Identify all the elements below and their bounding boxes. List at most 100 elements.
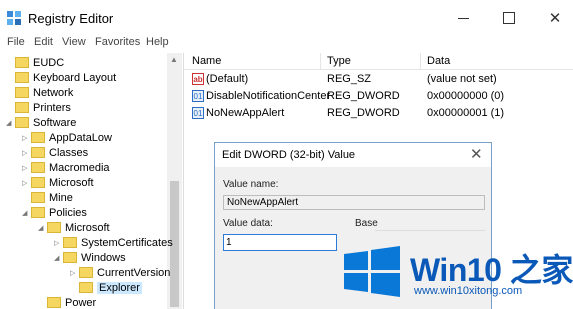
base-group-label: Base [355,218,378,229]
tree-item-label: Network [33,86,74,99]
tree-item-label: Macromedia [49,161,110,174]
folder-icon [47,297,61,308]
tree-item[interactable]: ◢ Microsoft [38,220,110,235]
value-data: (value not set) [427,73,497,85]
expand-arrow-icon[interactable]: ◢ [54,254,63,262]
menu-bar: File Edit View Favorites Help [0,36,573,52]
tree-item-label: Microsoft [49,176,94,189]
folder-icon [63,237,77,248]
maximize-button[interactable] [486,0,532,36]
value-row[interactable]: 01 DisableNotificationCenter REG_DWORD 0x00… [184,89,573,105]
registry-editor-icon [7,11,21,25]
folder-icon [31,177,45,188]
expand-arrow-icon[interactable]: ▷ [22,134,31,142]
binary-value-icon: 01 [192,107,204,119]
string-value-icon: ab [192,73,204,85]
menu-view[interactable]: View [62,36,86,48]
maximize-icon [503,12,515,24]
tree-item-label: Windows [81,251,126,264]
folder-icon [31,147,45,158]
menu-favorites[interactable]: Favorites [95,36,140,48]
binary-value-icon: 01 [192,90,204,102]
tree-item-label: CurrentVersion [97,266,171,279]
close-button[interactable]: ✕ [532,0,573,36]
minimize-icon [457,17,469,19]
list-header: Name Type Data [184,53,573,70]
value-data: 0x00000000 (0) [427,90,505,102]
expand-arrow-icon[interactable]: ▷ [54,239,63,247]
title-bar: Registry Editor ✕ [0,0,573,36]
value-name-field: NoNewAppAlert [223,195,485,210]
registry-tree: ▲ EUDC Keyboard Layout Network Printers ◢ Sof… [0,53,184,309]
column-header-type[interactable]: Type [327,55,351,67]
folder-icon [15,102,29,113]
column-header-name[interactable]: Name [192,55,221,67]
value-name: (Default) [206,73,249,85]
value-row[interactable]: ab (Default) REG_SZ (value not set) [184,72,573,88]
tree-item[interactable]: ▷ Microsoft [22,175,94,190]
base-group-border [375,230,485,231]
dialog-title-bar: Edit DWORD (32-bit) Value ✕ [215,143,491,167]
folder-icon [31,132,45,143]
tree-item[interactable]: Keyboard Layout [6,70,116,85]
tree-item[interactable]: ◢ Software [6,115,76,130]
tree-item-label: EUDC [33,56,65,69]
tree-item-label: Keyboard Layout [33,71,117,84]
value-type: REG_DWORD [327,90,400,102]
dialog-close-icon[interactable]: ✕ [470,145,483,163]
value-row[interactable]: 01 NoNewAppAlert REG_DWORD 0x00000001 (1) [184,106,573,122]
expand-arrow-icon[interactable]: ◢ [22,209,31,217]
tree-item[interactable]: EUDC [6,55,64,70]
folder-icon [63,252,77,263]
tree-item-label: Classes [49,146,89,159]
column-header-data[interactable]: Data [427,55,450,67]
expand-arrow-icon[interactable]: ▷ [22,149,31,157]
tree-item[interactable]: Power [38,295,96,309]
value-name-label: Value name: [223,179,279,190]
value-data-label: Value data: [223,218,273,229]
dialog-title: Edit DWORD (32-bit) Value [222,149,356,161]
value-data-input[interactable]: 1 [223,234,337,251]
column-divider[interactable] [320,53,321,69]
minimize-button[interactable] [440,0,486,36]
window-title: Registry Editor [28,11,114,26]
tree-item-label: Explorer [97,281,142,294]
tree-item[interactable]: Mine [22,190,73,205]
value-name: NoNewAppAlert [206,107,285,119]
folder-icon [79,282,93,293]
tree-item[interactable]: ◢ Windows [54,250,126,265]
tree-item[interactable]: ▷ Classes [22,145,88,160]
tree-item-label: Power [65,296,97,309]
folder-icon [31,192,45,203]
folder-icon [47,222,61,233]
tree-item[interactable]: Explorer [70,280,142,295]
menu-edit[interactable]: Edit [34,36,53,48]
folder-icon [31,162,45,173]
value-type: REG_DWORD [327,107,400,119]
column-divider[interactable] [420,53,421,69]
folder-icon [31,207,45,218]
expand-arrow-icon[interactable]: ▷ [22,164,31,172]
expand-arrow-icon[interactable]: ◢ [38,224,47,232]
expand-arrow-icon[interactable]: ◢ [6,119,15,127]
tree-item[interactable]: ▷ Macromedia [22,160,110,175]
folder-icon [15,57,29,68]
folder-icon [15,117,29,128]
tree-item[interactable]: Printers [6,100,71,115]
tree-item-label: Microsoft [65,221,110,234]
expand-arrow-icon[interactable]: ▷ [22,179,31,187]
tree-item[interactable]: ◢ Policies [22,205,87,220]
menu-help[interactable]: Help [146,36,169,48]
scroll-up-icon[interactable]: ▲ [170,55,178,64]
tree-item-label: Policies [49,206,87,219]
tree-item[interactable]: ▷ AppDataLow [22,130,112,145]
windows-logo-icon [344,246,400,297]
tree-item[interactable]: Network [6,85,73,100]
folder-icon [15,72,29,83]
tree-item[interactable]: ▷ CurrentVersion [70,265,170,280]
expand-arrow-icon[interactable]: ▷ [70,269,79,277]
tree-item-label: Mine [49,191,73,204]
tree-item[interactable]: ▷ SystemCertificates [54,235,173,250]
folder-icon [79,267,93,278]
menu-file[interactable]: File [7,36,25,48]
